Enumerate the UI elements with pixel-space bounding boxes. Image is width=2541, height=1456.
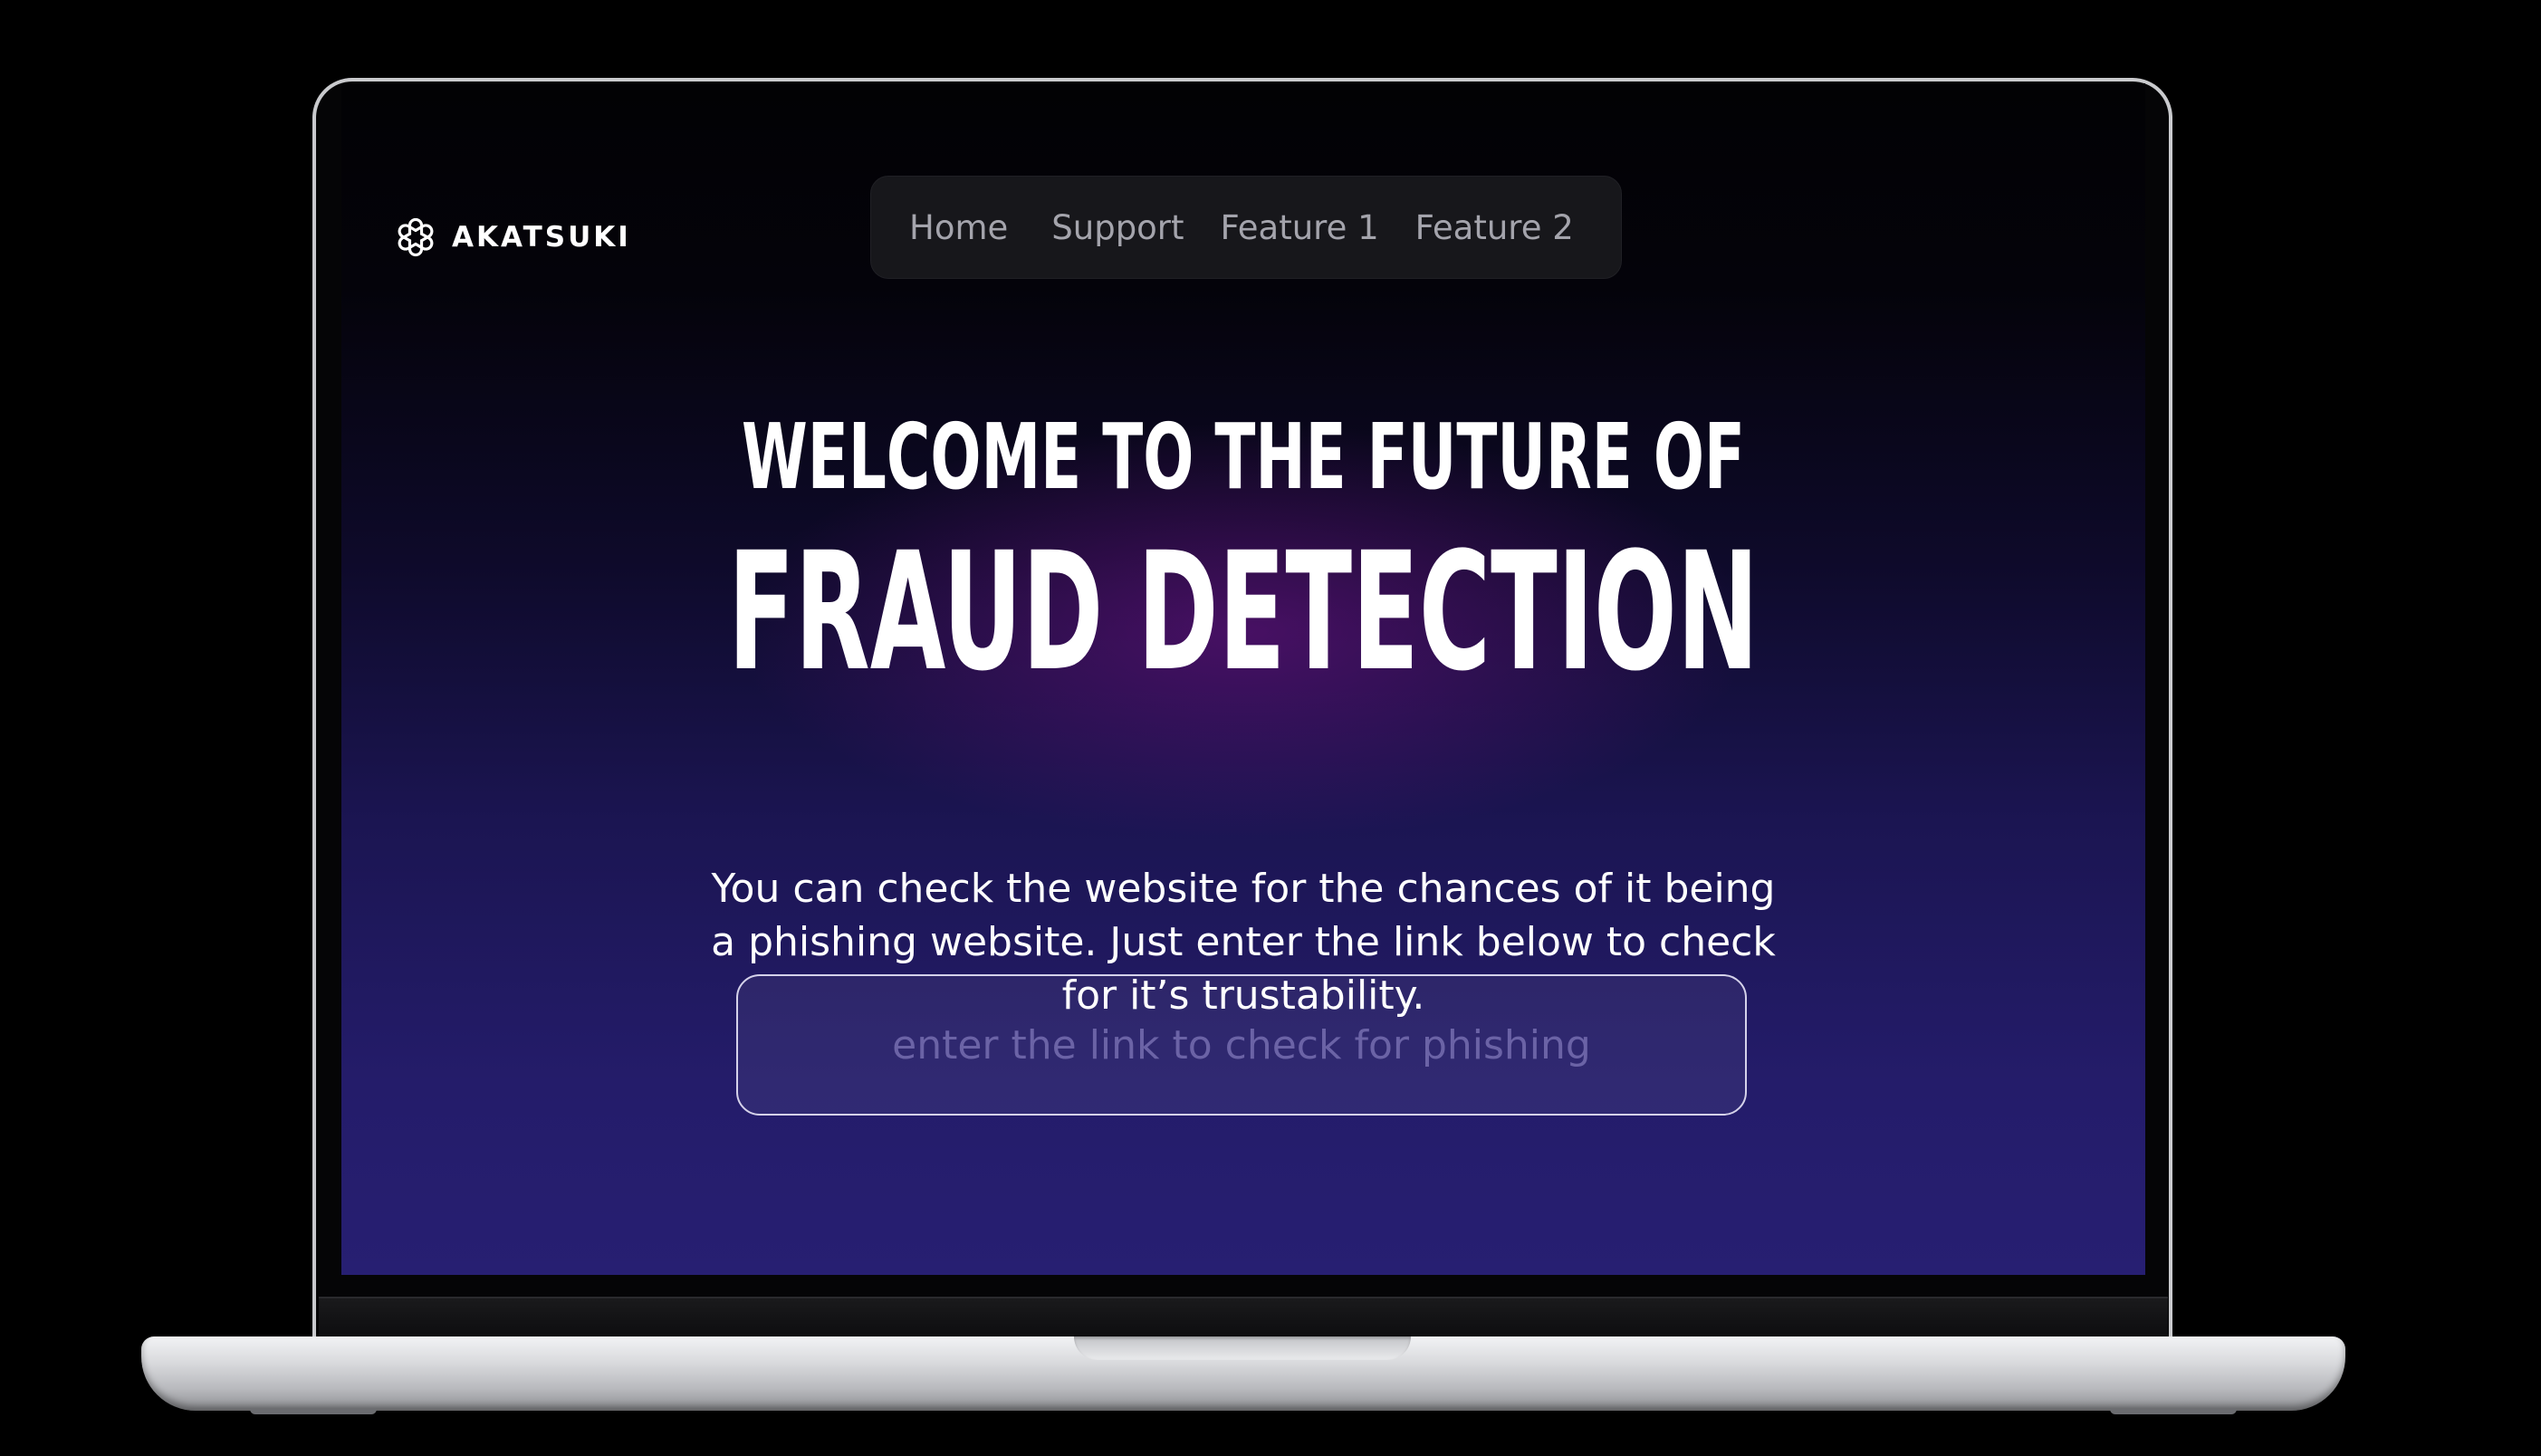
website-screen: AKATSUKI Home Support Feature 1 Feature …: [341, 83, 2145, 1275]
hero-title: FRAUD DETECTION: [727, 518, 1760, 707]
laptop-foot-right: [2110, 1409, 2237, 1414]
nav-item-support[interactable]: Support: [1051, 208, 1184, 247]
nav-item-feature-2[interactable]: Feature 2: [1415, 208, 1574, 247]
laptop-opening-notch: [1074, 1336, 1411, 1360]
knot-logo-icon: [398, 217, 434, 257]
main-nav: Home Support Feature 1 Feature 2: [870, 176, 1622, 279]
laptop-screen-chin: [319, 1297, 2168, 1340]
link-check-input[interactable]: [736, 974, 1747, 1116]
brand-name: AKATSUKI: [452, 221, 631, 254]
brand-logo[interactable]: AKATSUKI: [390, 212, 631, 263]
nav-item-home[interactable]: Home: [909, 208, 1008, 247]
hero-headline: WELCOME TO THE FUTURE OF: [741, 404, 1746, 510]
laptop-foot-left: [250, 1409, 377, 1414]
nav-item-feature-1[interactable]: Feature 1: [1221, 208, 1379, 247]
